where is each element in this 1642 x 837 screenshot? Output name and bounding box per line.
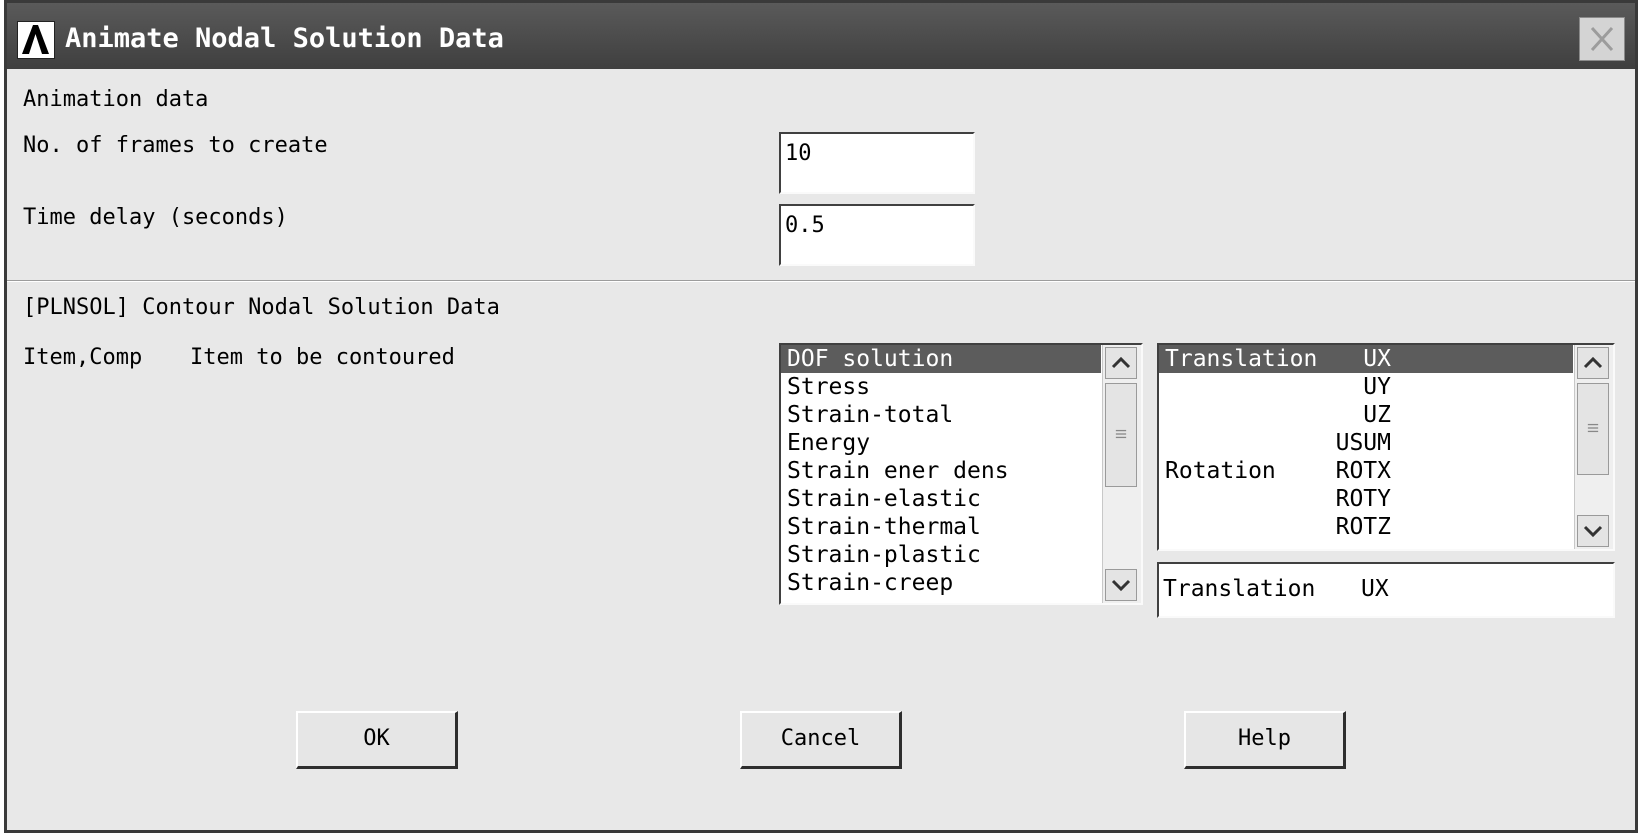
component-row[interactable]: ROTZ [1159, 513, 1573, 541]
scroll-thumb[interactable] [1105, 383, 1137, 487]
component-label: ROTY [1335, 486, 1391, 512]
grip-icon [1115, 429, 1127, 439]
selection-field[interactable]: Translation UX [1157, 562, 1615, 618]
list-item[interactable]: Energy [781, 429, 1101, 457]
component-label: UX [1363, 346, 1391, 372]
list-item[interactable]: Strain-total [781, 401, 1101, 429]
frames-label: No. of frames to create [23, 133, 328, 158]
window-title: Animate Nodal Solution Data [65, 23, 504, 54]
frames-input[interactable]: 10 [779, 132, 975, 194]
scroll-up-button[interactable] [1105, 347, 1137, 379]
list-item[interactable]: Strain-elastic [781, 485, 1101, 513]
scroll-down-button[interactable] [1577, 515, 1609, 547]
item-listbox[interactable]: DOF solution Stress Strain-total Energy Stra… [779, 343, 1143, 605]
list-item[interactable]: Strain ener dens [781, 457, 1101, 485]
scroll-down-button[interactable] [1105, 569, 1137, 601]
component-row[interactable]: ROTY [1159, 485, 1573, 513]
title-bar[interactable]: Animate Nodal Solution Data [7, 3, 1635, 69]
section-divider [7, 280, 1635, 282]
component-scrollbar[interactable] [1574, 345, 1613, 549]
animation-section-label: Animation data [23, 87, 209, 112]
chevron-up-icon [1583, 356, 1603, 369]
scroll-thumb[interactable] [1577, 383, 1609, 475]
chevron-up-icon [1111, 356, 1131, 369]
scroll-up-button[interactable] [1577, 347, 1609, 379]
chevron-down-icon [1111, 579, 1131, 592]
close-icon [1590, 26, 1614, 52]
component-label: ROTX [1335, 458, 1391, 484]
component-label: USUM [1335, 430, 1391, 456]
list-item[interactable]: Strain-thermal [781, 513, 1101, 541]
list-item[interactable]: DOF solution [781, 345, 1101, 373]
list-item[interactable]: Strain-creep [781, 569, 1101, 597]
help-button[interactable]: Help [1184, 711, 1346, 769]
component-listbox[interactable]: Translation UX UY UZ USUM Rotation ROTX ROTY ROT… [1157, 343, 1615, 551]
item-scrollbar[interactable] [1102, 345, 1141, 603]
delay-label: Time delay (seconds) [23, 205, 288, 230]
list-item[interactable]: Stress [781, 373, 1101, 401]
component-list: Translation UX UY UZ USUM Rotation ROTX ROTY ROT… [1159, 345, 1573, 541]
dialog-window: Animate Nodal Solution Data Animation da… [4, 0, 1638, 833]
component-row[interactable]: Rotation ROTX [1159, 457, 1573, 485]
selection-component: UX [1361, 576, 1389, 602]
component-label: UZ [1363, 402, 1391, 428]
component-category: Rotation [1165, 458, 1276, 484]
component-label: ROTZ [1335, 514, 1391, 540]
component-label: UY [1363, 374, 1391, 400]
delay-input[interactable]: 0.5 [779, 204, 975, 266]
item-comp-label: Item,Comp [23, 345, 143, 370]
grip-icon [1587, 423, 1599, 433]
component-category: Translation [1165, 346, 1318, 372]
item-list: DOF solution Stress Strain-total Energy Stra… [781, 345, 1101, 597]
component-row[interactable]: UY [1159, 373, 1573, 401]
ok-button[interactable]: OK [296, 711, 458, 769]
component-row[interactable]: Translation UX [1159, 345, 1573, 373]
chevron-down-icon [1583, 525, 1603, 538]
component-row[interactable]: USUM [1159, 429, 1573, 457]
component-row[interactable]: UZ [1159, 401, 1573, 429]
cancel-button[interactable]: Cancel [740, 711, 902, 769]
contour-section-label: [PLNSOL] Contour Nodal Solution Data [23, 295, 500, 320]
ansys-logo-icon [17, 21, 55, 59]
item-description: Item to be contoured [190, 345, 455, 370]
close-button[interactable] [1579, 17, 1625, 61]
selection-category: Translation [1163, 576, 1316, 602]
list-item[interactable]: Strain-plastic [781, 541, 1101, 569]
